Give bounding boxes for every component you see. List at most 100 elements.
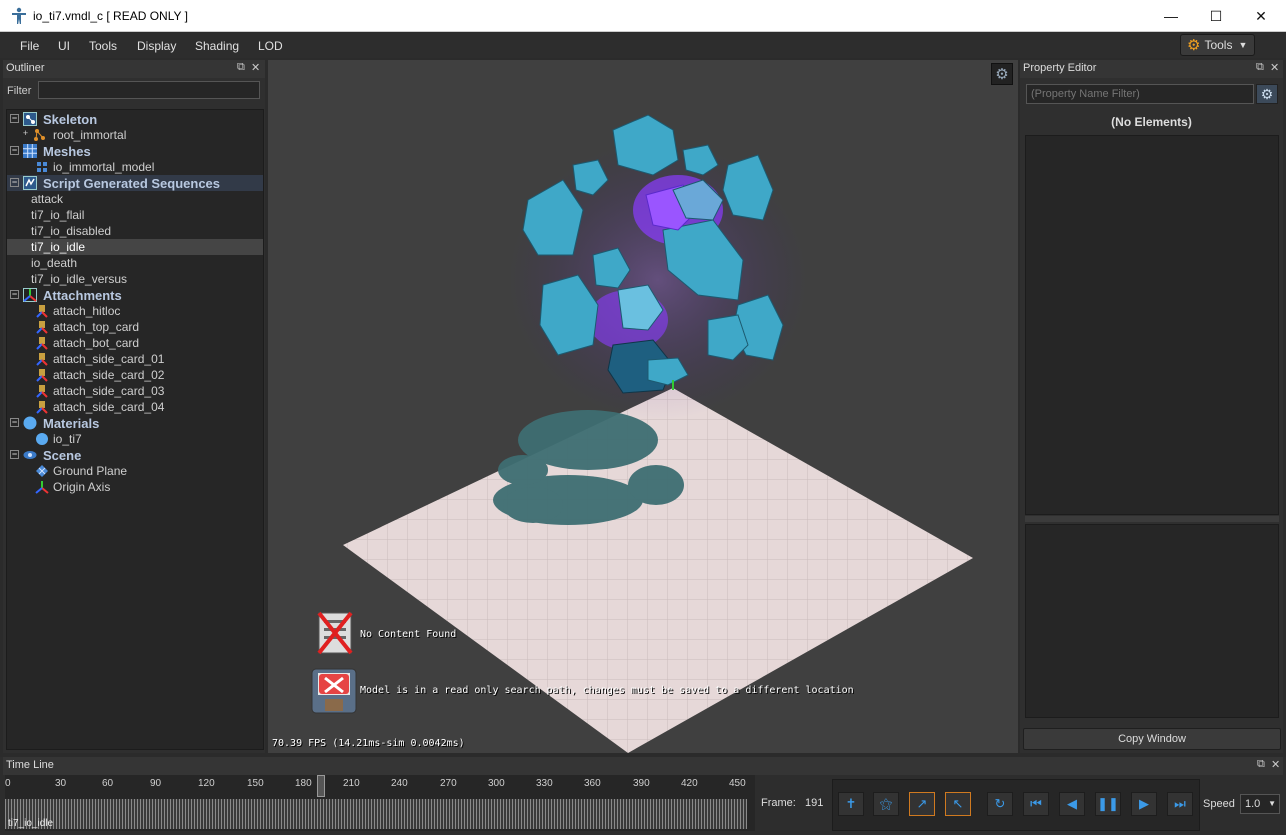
timeline-frame-track[interactable] — [5, 799, 747, 829]
tree-item-label: root_immortal — [53, 128, 127, 142]
tree-item-label: Ground Plane — [53, 464, 128, 478]
property-detail-pane[interactable] — [1025, 524, 1279, 718]
timeline-ruler[interactable]: 0 30 60 90 120 150 180 210 240 270 300 3… — [5, 775, 755, 831]
collapse-toggle[interactable]: − — [10, 450, 19, 459]
tools-button-label: Tools — [1204, 38, 1233, 52]
section-scene[interactable]: − Scene — [7, 447, 263, 463]
collapse-toggle[interactable]: − — [10, 418, 19, 427]
prev-frame-button[interactable]: ◀ — [1059, 792, 1085, 816]
pose-toggle-button[interactable]: ⚝ — [873, 792, 899, 816]
tick-label: 180 — [295, 778, 312, 789]
no-content-icon — [317, 611, 353, 655]
tree-item[interactable]: attach_bot_card — [7, 335, 263, 351]
tree-item[interactable]: attach_side_card_02 — [7, 367, 263, 383]
section-meshes[interactable]: − Meshes — [7, 143, 263, 159]
app-icon — [12, 7, 26, 24]
tools-dropdown-button[interactable]: ⚙ Tools ▼ — [1180, 34, 1255, 56]
attachment-icon — [35, 320, 49, 334]
tree-item-label: ti7_io_idle_versus — [31, 272, 128, 286]
loop-button[interactable]: ↻ — [987, 792, 1013, 816]
root-motion-button[interactable]: ↖ — [945, 792, 971, 816]
menu-file[interactable]: File — [20, 39, 39, 53]
next-frame-button[interactable]: ▶ — [1131, 792, 1157, 816]
3d-viewport[interactable]: ⚙ No Content Found Model is in a read on… — [268, 60, 1018, 753]
sequence-item-selected[interactable]: ti7_io_idle — [7, 239, 263, 255]
expand-plus-icon[interactable]: + — [21, 129, 30, 139]
tree-item[interactable]: attach_side_card_04 — [7, 399, 263, 415]
menu-lod[interactable]: LOD — [258, 39, 283, 53]
float-panel-icon[interactable]: ⧉ — [237, 61, 245, 74]
collapse-toggle[interactable]: − — [10, 290, 19, 299]
figure-icon: ✝ — [845, 796, 857, 811]
property-list[interactable] — [1025, 135, 1279, 515]
tree-item[interactable]: attach_top_card — [7, 319, 263, 335]
tree-item-label: attach_bot_card — [53, 336, 140, 350]
property-editor-title: Property Editor — [1023, 62, 1097, 74]
tree-item-label: attack — [31, 192, 64, 206]
skeleton-toggle-button[interactable]: ✝ — [838, 792, 864, 816]
section-sequences[interactable]: − Script Generated Sequences — [7, 175, 263, 191]
menu-display[interactable]: Display — [137, 39, 176, 53]
collapse-toggle[interactable]: − — [10, 146, 19, 155]
close-panel-icon[interactable]: ✕ — [251, 61, 260, 74]
tree-item[interactable]: attach_side_card_03 — [7, 383, 263, 399]
tree-item-label: ti7_io_idle — [31, 240, 86, 254]
close-panel-icon[interactable]: ✕ — [1271, 758, 1280, 771]
minimize-button[interactable]: — — [1148, 0, 1194, 32]
property-settings-button[interactable]: ⚙ — [1256, 84, 1278, 104]
sequence-item[interactable]: ti7_io_idle_versus — [7, 271, 263, 287]
tree-item-label: attach_side_card_04 — [53, 400, 165, 414]
outliner-filter-input[interactable] — [38, 81, 260, 99]
tree-item[interactable]: + root_immortal — [7, 127, 263, 143]
tick-label: 420 — [681, 778, 698, 789]
step-forward-icon: ▶ — [1139, 796, 1149, 811]
tree-item[interactable]: io_immortal_model — [7, 159, 263, 175]
menu-tools[interactable]: Tools — [89, 39, 117, 53]
tree-item[interactable]: Ground Plane — [7, 463, 263, 479]
close-panel-icon[interactable]: ✕ — [1270, 61, 1279, 74]
viewport-settings-button[interactable]: ⚙ — [991, 63, 1013, 85]
tree-item[interactable]: Origin Axis — [7, 479, 263, 495]
splitter-handle[interactable] — [1025, 516, 1279, 522]
menu-ui[interactable]: UI — [58, 39, 70, 53]
mesh-grid-icon — [23, 144, 37, 158]
timeline-scrubber-handle[interactable] — [317, 775, 325, 797]
sequence-item[interactable]: io_death — [7, 255, 263, 271]
bone-icon — [34, 129, 45, 141]
last-frame-button[interactable]: ⏭ — [1167, 792, 1193, 816]
copy-window-button[interactable]: Copy Window — [1023, 728, 1281, 750]
section-label: Meshes — [43, 144, 91, 159]
sequence-item[interactable]: ti7_io_flail — [7, 207, 263, 223]
close-button[interactable]: ✕ — [1238, 0, 1284, 32]
io-crystal-model — [508, 114, 808, 420]
sequence-item[interactable]: attack — [7, 191, 263, 207]
pause-button[interactable]: ❚❚ — [1095, 792, 1121, 816]
scene-eye-icon — [23, 451, 37, 459]
sequence-icon — [23, 176, 37, 190]
gear-icon: ⚙ — [995, 66, 1009, 83]
speed-select[interactable]: 1.0 ▼ — [1240, 794, 1280, 814]
tree-item[interactable]: io_ti7 — [7, 431, 263, 447]
window-title: io_ti7.vmdl_c [ READ ONLY ] — [33, 9, 188, 23]
chevron-down-icon: ▼ — [1238, 40, 1248, 50]
menu-shading[interactable]: Shading — [195, 39, 239, 53]
first-frame-button[interactable]: ⏮ — [1023, 792, 1049, 816]
float-panel-icon[interactable]: ⧉ — [1257, 758, 1265, 771]
tree-item[interactable]: attach_side_card_01 — [7, 351, 263, 367]
collapse-toggle[interactable]: − — [10, 178, 19, 187]
tree-item-label: attach_hitloc — [53, 304, 121, 318]
no-content-message: No Content Found — [360, 629, 457, 640]
section-materials[interactable]: − Materials — [7, 415, 263, 431]
maximize-button[interactable]: ☐ — [1193, 0, 1239, 32]
tree-item[interactable]: attach_hitloc — [7, 303, 263, 319]
tick-label: 330 — [536, 778, 553, 789]
property-name-filter-input[interactable] — [1026, 84, 1254, 104]
float-panel-icon[interactable]: ⧉ — [1256, 61, 1264, 74]
sequence-item[interactable]: ti7_io_disabled — [7, 223, 263, 239]
outliner-tree[interactable]: − Skeleton + root_immortal − Meshes io_i… — [6, 109, 264, 750]
collapse-toggle[interactable]: − — [10, 114, 19, 123]
attachment-icon — [35, 352, 49, 366]
section-skeleton[interactable]: − Skeleton — [7, 111, 263, 127]
motion-toggle-button[interactable]: ↗ — [909, 792, 935, 816]
section-attachments[interactable]: − Attachments — [7, 287, 263, 303]
